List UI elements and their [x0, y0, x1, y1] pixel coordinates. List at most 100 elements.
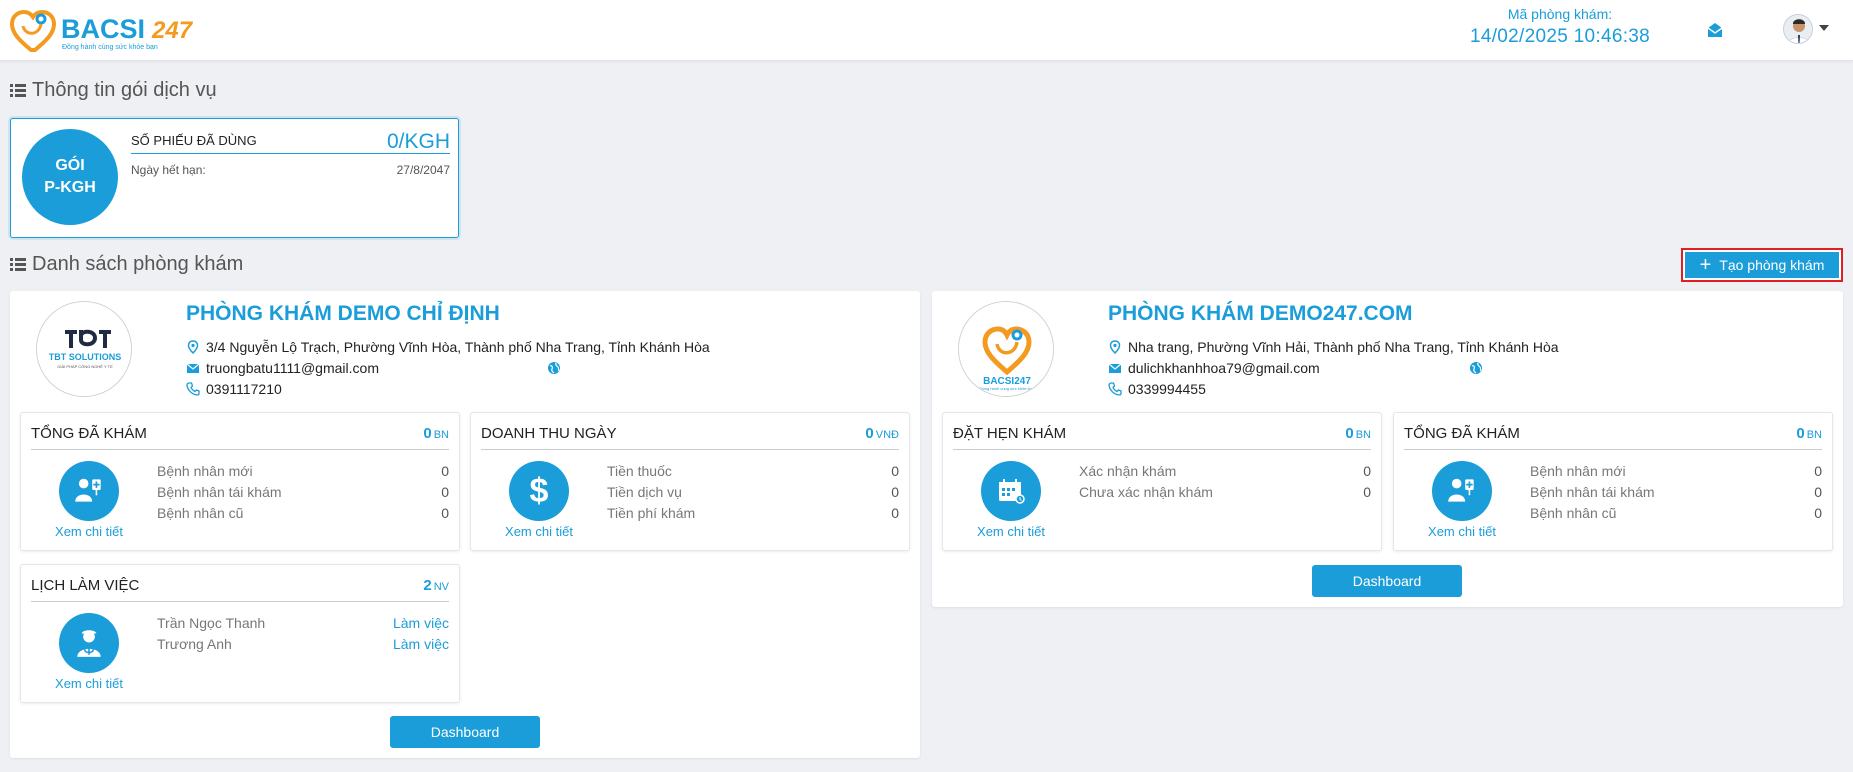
package-badge: GÓI P-KGH [22, 129, 118, 225]
stat-count-unit: BN [1355, 429, 1371, 441]
dollar-glyph: $ [529, 472, 549, 510]
stat-row-label: Chưa xác nhận khám [1079, 484, 1213, 500]
stat-rows: Bệnh nhân mới 0 Bệnh nhân tái khám 0 Bệnh … [1530, 463, 1822, 526]
user-avatar[interactable] [1783, 14, 1813, 44]
stat-box-total-exams: TỔNG ĐÃ KHÁM 0 BN Xem chi tiết Bệnh nhân … [1393, 412, 1833, 551]
clinic-logo-tagline: GIẢI PHÁP CÔNG NGHỆ Y TẾ [57, 364, 113, 369]
stat-row-value: 0 [1363, 484, 1371, 500]
used-tickets-label: SỐ PHIẾU ĐÃ DÙNG [131, 133, 257, 148]
stat-row-value: 0 [1814, 463, 1822, 479]
clinic-email-text: dulichkhanhhoa79@gmail.com [1128, 360, 1320, 376]
service-section-label: Thông tin gói dịch vụ [32, 79, 217, 101]
stat-row-value: 0 [891, 505, 899, 521]
stat-count-unit: BN [1806, 429, 1822, 441]
plus-icon: + [1699, 254, 1712, 276]
bacsi247-logo[interactable]: BACSI 247 Đồng hành cùng sức khỏe bạn [9, 8, 209, 54]
expiry-value: 27/8/2047 [396, 163, 450, 177]
patient-icon[interactable] [59, 461, 119, 521]
clinic-logo-text: TBT SOLUTIONS [49, 352, 122, 362]
chevron-down-icon[interactable] [1819, 25, 1829, 31]
dashboard-button[interactable]: Dashboard [1312, 565, 1462, 597]
clinic-logo[interactable]: BACSI247 Đồng hành cùng sức khỏe bạn [958, 301, 1054, 397]
location-pin-icon [1109, 340, 1121, 354]
stat-row: Trương Anh Làm việc [157, 636, 449, 657]
stat-rows: Trần Ngọc Thanh Làm việc Trương Anh Làm vi… [157, 615, 449, 657]
create-clinic-label: Tạo phòng khám [1719, 257, 1825, 273]
stat-row-value: 0 [1814, 505, 1822, 521]
package-name-line1: GÓI [55, 157, 85, 174]
stat-box-daily-revenue: DOANH THU NGÀY 0 VNĐ $ Xem chi tiết Tiền … [470, 412, 910, 551]
stat-row: Bệnh nhân cũ 0 [1530, 505, 1822, 526]
staff-status[interactable]: Làm việc [393, 636, 449, 652]
calendar-icon[interactable] [981, 461, 1041, 521]
clinic-card: BACSI247 Đồng hành cùng sức khỏe bạn PHÒ… [932, 291, 1843, 607]
location-pin-icon [187, 340, 199, 354]
clinic-logo[interactable]: TBT SOLUTIONS GIẢI PHÁP CÔNG NGHỆ Y TẾ [36, 301, 132, 397]
create-clinic-button[interactable]: + Tạo phòng khám [1681, 248, 1843, 282]
stat-count: 0 BN [423, 425, 449, 442]
top-bar: BACSI 247 Đồng hành cùng sức khỏe bạn Mã… [0, 0, 1853, 61]
stat-row: Tiền phí khám 0 [607, 505, 899, 526]
clinic-address-text: Nha trang, Phường Vĩnh Hải, Thành phố Nh… [1128, 339, 1559, 355]
stat-row: Trần Ngọc Thanh Làm việc [157, 615, 449, 636]
clinic-address: Nha trang, Phường Vĩnh Hải, Thành phố Nh… [1108, 339, 1559, 355]
stat-row-value: 0 [891, 463, 899, 479]
view-details-link[interactable]: Xem chi tiết [967, 524, 1055, 539]
create-clinic-button-inner[interactable]: + Tạo phòng khám [1685, 252, 1839, 278]
doctor-icon[interactable] [59, 613, 119, 673]
stat-row-label: Bệnh nhân mới [1530, 463, 1626, 479]
clinic-section-title: Danh sách phòng khám [10, 253, 243, 276]
stat-row: Bệnh nhân cũ 0 [157, 505, 449, 526]
stat-header: TỔNG ĐÃ KHÁM 0 BN [31, 423, 449, 450]
staff-status[interactable]: Làm việc [393, 615, 449, 631]
stat-row-label: Tiền thuốc [607, 463, 672, 479]
stat-count: 0 VNĐ [865, 425, 899, 442]
view-details-link[interactable]: Xem chi tiết [45, 676, 133, 691]
stat-title: DOANH THU NGÀY [481, 425, 617, 442]
clinic-email: truongbatu1111@gmail.com [186, 360, 379, 376]
clinic-card: TBT SOLUTIONS GIẢI PHÁP CÔNG NGHỆ Y TẾ P… [10, 291, 920, 758]
stat-row-label: Bệnh nhân mới [157, 463, 253, 479]
stat-row: Chưa xác nhận khám 0 [1079, 484, 1371, 505]
globe-icon[interactable] [1469, 361, 1483, 375]
clinic-name[interactable]: PHÒNG KHÁM DEMO CHỈ ĐỊNH [186, 302, 500, 326]
stat-header: DOANH THU NGÀY 0 VNĐ [481, 423, 899, 450]
expiry-label: Ngày hết hạn: [131, 163, 206, 177]
patient-icon[interactable] [1432, 461, 1492, 521]
stat-row-value: 0 [441, 505, 449, 521]
view-details-link[interactable]: Xem chi tiết [1418, 524, 1506, 539]
clinic-code-label: Mã phòng khám: [1507, 6, 1613, 22]
globe-icon[interactable] [547, 361, 561, 375]
stat-box-appointments: ĐẶT HẸN KHÁM 0 BN Xem chi tiết Xác nhận k… [942, 412, 1382, 551]
clinic-email-text: truongbatu1111@gmail.com [206, 360, 379, 376]
stat-row: Tiền dịch vụ 0 [607, 484, 899, 505]
calendar-glyph [999, 479, 1025, 504]
clinic-phone: 0339994455 [1108, 381, 1206, 397]
clinic-name[interactable]: PHÒNG KHÁM DEMO247.COM [1108, 302, 1413, 326]
stat-row-value: 0 [1814, 484, 1822, 500]
stat-row: Bệnh nhân mới 0 [157, 463, 449, 484]
envelope-icon [1108, 363, 1122, 373]
view-details-link[interactable]: Xem chi tiết [495, 524, 583, 539]
clinic-phone: 0391117210 [186, 381, 282, 397]
list-icon [10, 83, 26, 98]
stat-row-label: Bệnh nhân tái khám [157, 484, 282, 500]
stat-title: TỔNG ĐÃ KHÁM [1404, 425, 1520, 442]
mail-icon[interactable] [1706, 21, 1724, 39]
stat-title: LỊCH LÀM VIỆC [31, 577, 140, 594]
staff-name: Trương Anh [157, 636, 232, 652]
used-tickets-value: 0/KGH [386, 130, 450, 153]
staff-name: Trần Ngọc Thanh [157, 615, 266, 631]
tbt-logo-icon: TBT SOLUTIONS GIẢI PHÁP CÔNG NGHỆ Y TẾ [37, 302, 131, 396]
stat-row: Bệnh nhân tái khám 0 [1530, 484, 1822, 505]
stat-count-unit: BN [433, 429, 449, 441]
view-details-link[interactable]: Xem chi tiết [45, 524, 133, 539]
stat-row-value: 0 [891, 484, 899, 500]
dashboard-button[interactable]: Dashboard [390, 716, 540, 748]
dollar-icon[interactable]: $ [509, 461, 569, 521]
used-tickets-row: SỐ PHIẾU ĐÃ DÙNG 0/KGH [131, 130, 450, 154]
stat-row: Bệnh nhân tái khám 0 [157, 484, 449, 505]
stat-count: 0 BN [1345, 425, 1371, 442]
phone-icon [186, 382, 200, 396]
package-name-line2: P-KGH [44, 179, 96, 196]
